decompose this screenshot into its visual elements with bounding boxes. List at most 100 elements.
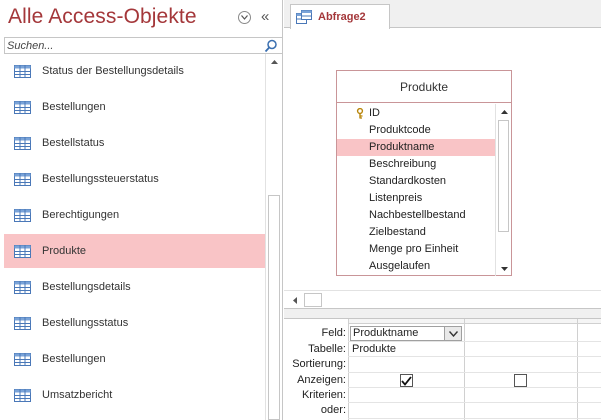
grid-row-divider <box>348 418 601 419</box>
grid-column-selector-bar[interactable] <box>348 319 601 324</box>
tab-abfrage2[interactable]: Abfrage2 <box>290 4 390 29</box>
nav-item-label: Umsatzbericht <box>42 389 113 401</box>
query-icon <box>296 10 312 24</box>
nav-object-list: Status der Bestellungsdetails Bestellung… <box>4 54 265 420</box>
field-list-produkte[interactable]: Produkte ID Produktcode Produktname Besc… <box>336 70 512 276</box>
nav-item-label: Status der Bestellungsdetails <box>42 65 184 77</box>
grid-row-divider <box>348 387 601 388</box>
checkmark-icon <box>401 375 412 386</box>
query-design-area: Abfrage2 Produkte ID Produktcode Produkt… <box>284 0 601 420</box>
field-row-produktname[interactable]: Produktname <box>337 139 495 156</box>
nav-item-0[interactable]: Status der Bestellungsdetails <box>4 54 265 88</box>
nav-item-9[interactable]: Umsatzbericht <box>4 378 265 412</box>
field-label: Zielbestand <box>369 226 426 238</box>
show-checkbox-col2[interactable] <box>514 374 527 387</box>
scroll-up-arrow-icon[interactable] <box>266 54 282 70</box>
field-label: Menge pro Einheit <box>369 243 459 255</box>
nav-item-label: Berechtigungen <box>42 209 120 221</box>
grid-row-label: Anzeigen: <box>297 374 346 386</box>
nav-item-7[interactable]: Bestellungsstatus <box>4 306 265 340</box>
nav-item-8[interactable]: Bestellungen <box>4 342 265 376</box>
field-combobox-col1[interactable]: Produktname <box>350 326 462 341</box>
field-row-ausgelaufen[interactable]: Ausgelaufen <box>337 258 495 275</box>
field-list-title[interactable]: Produkte <box>337 71 511 103</box>
nav-scrollbar[interactable] <box>265 54 282 420</box>
document-tab-strip: Abfrage2 <box>284 0 601 29</box>
nav-item-label: Bestellungsdetails <box>42 281 131 293</box>
field-row-produktcode[interactable]: Produktcode <box>337 122 495 139</box>
field-label: Produktcode <box>369 124 431 136</box>
table-area-hscrollbar[interactable] <box>284 290 601 308</box>
key-icon <box>356 108 364 119</box>
grid-row-label: Feld: <box>321 327 346 339</box>
field-list-scroll-thumb[interactable] <box>498 120 509 232</box>
nav-item-5[interactable]: Produkte <box>4 234 265 268</box>
field-row-nachbestellbestand[interactable]: Nachbestellbestand <box>337 207 495 224</box>
field-row-listenpreis[interactable]: Listenpreis <box>337 190 495 207</box>
grid-row-anzeigen: Anzeigen: <box>284 373 601 388</box>
field-list-scrollbar[interactable] <box>495 104 511 276</box>
chevron-down-icon[interactable] <box>444 327 461 340</box>
nav-title[interactable]: Alle Access-Objekte <box>8 5 197 29</box>
table-icon <box>14 64 31 78</box>
pane-splitter[interactable] <box>284 308 601 319</box>
grid-row-label: Sortierung: <box>292 358 346 370</box>
field-combobox-value: Produktname <box>353 327 419 339</box>
grid-row-divider <box>348 402 601 403</box>
grid-row-label: oder: <box>320 404 346 416</box>
field-row-beschreibung[interactable]: Beschreibung <box>337 156 495 173</box>
field-row-zielbestand[interactable]: Zielbestand <box>337 224 495 241</box>
nav-item-1[interactable]: Bestellungen <box>4 90 265 124</box>
hscroll-thumb[interactable] <box>304 293 322 307</box>
field-label: ID <box>369 107 380 119</box>
search-input[interactable] <box>7 39 257 53</box>
nav-item-6[interactable]: Bestellungsdetails <box>4 270 265 304</box>
table-icon <box>14 316 31 330</box>
design-grid: Feld: Tabelle: Sortierung: Anzeigen: Kri… <box>284 319 601 420</box>
field-list-rows: ID Produktcode Produktname Beschreibung … <box>337 105 495 275</box>
scroll-down-arrow-icon[interactable] <box>496 261 512 276</box>
field-label: Produktname <box>369 141 435 153</box>
field-row-standardkosten[interactable]: Standardkosten <box>337 173 495 190</box>
nav-scroll-thumb[interactable] <box>268 195 280 420</box>
table-icon <box>14 388 31 402</box>
field-label: Standardkosten <box>369 175 447 187</box>
nav-item-label: Bestellstatus <box>42 137 105 149</box>
collapse-nav-button[interactable]: « <box>261 8 269 26</box>
scroll-left-arrow-icon[interactable] <box>288 293 302 307</box>
field-label: Nachbestellbestand <box>369 209 466 221</box>
nav-item-4[interactable]: Berechtigungen <box>4 198 265 232</box>
show-checkbox-col1[interactable] <box>400 374 413 387</box>
table-icon <box>14 244 31 258</box>
grid-row-oder: oder: <box>284 403 601 418</box>
tab-label: Abfrage2 <box>318 11 366 23</box>
scroll-up-arrow-icon[interactable] <box>496 104 512 119</box>
table-icon <box>14 280 31 294</box>
field-row-id[interactable]: ID <box>337 105 495 122</box>
nav-item-label: Bestellungen <box>42 353 106 365</box>
table-cell-col1[interactable]: Produkte <box>352 342 396 357</box>
nav-item-label: Bestellungsstatus <box>42 317 129 329</box>
nav-item-label: Bestellungssteuerstatus <box>42 173 159 185</box>
grid-row-label: Kriterien: <box>301 389 346 401</box>
table-icon <box>14 352 31 366</box>
grid-row-kriterien: Kriterien: <box>284 388 601 403</box>
navigation-pane: Alle Access-Objekte « Status der Bestell… <box>0 0 283 420</box>
nav-item-label: Bestellungen <box>42 101 106 113</box>
field-label: Listenpreis <box>369 192 423 204</box>
nav-item-3[interactable]: Bestellungssteuerstatus <box>4 162 265 196</box>
nav-item-label: Produkte <box>42 245 87 257</box>
search-icon[interactable] <box>264 39 278 53</box>
grid-row-sortierung: Sortierung: <box>284 357 601 372</box>
chevron-down-circle-icon[interactable] <box>238 11 251 24</box>
grid-row-label: Tabelle: <box>308 343 346 355</box>
table-area: Produkte ID Produktcode Produktname Besc… <box>284 29 601 290</box>
grid-row-divider <box>348 372 601 373</box>
nav-header: Alle Access-Objekte « <box>0 0 283 37</box>
nav-item-2[interactable]: Bestellstatus <box>4 126 265 160</box>
field-label: Beschreibung <box>369 158 437 170</box>
field-label: Ausgelaufen <box>369 260 431 272</box>
nav-search-box <box>4 37 283 54</box>
table-icon <box>14 136 31 150</box>
field-row-menge-pro-einheit[interactable]: Menge pro Einheit <box>337 241 495 258</box>
